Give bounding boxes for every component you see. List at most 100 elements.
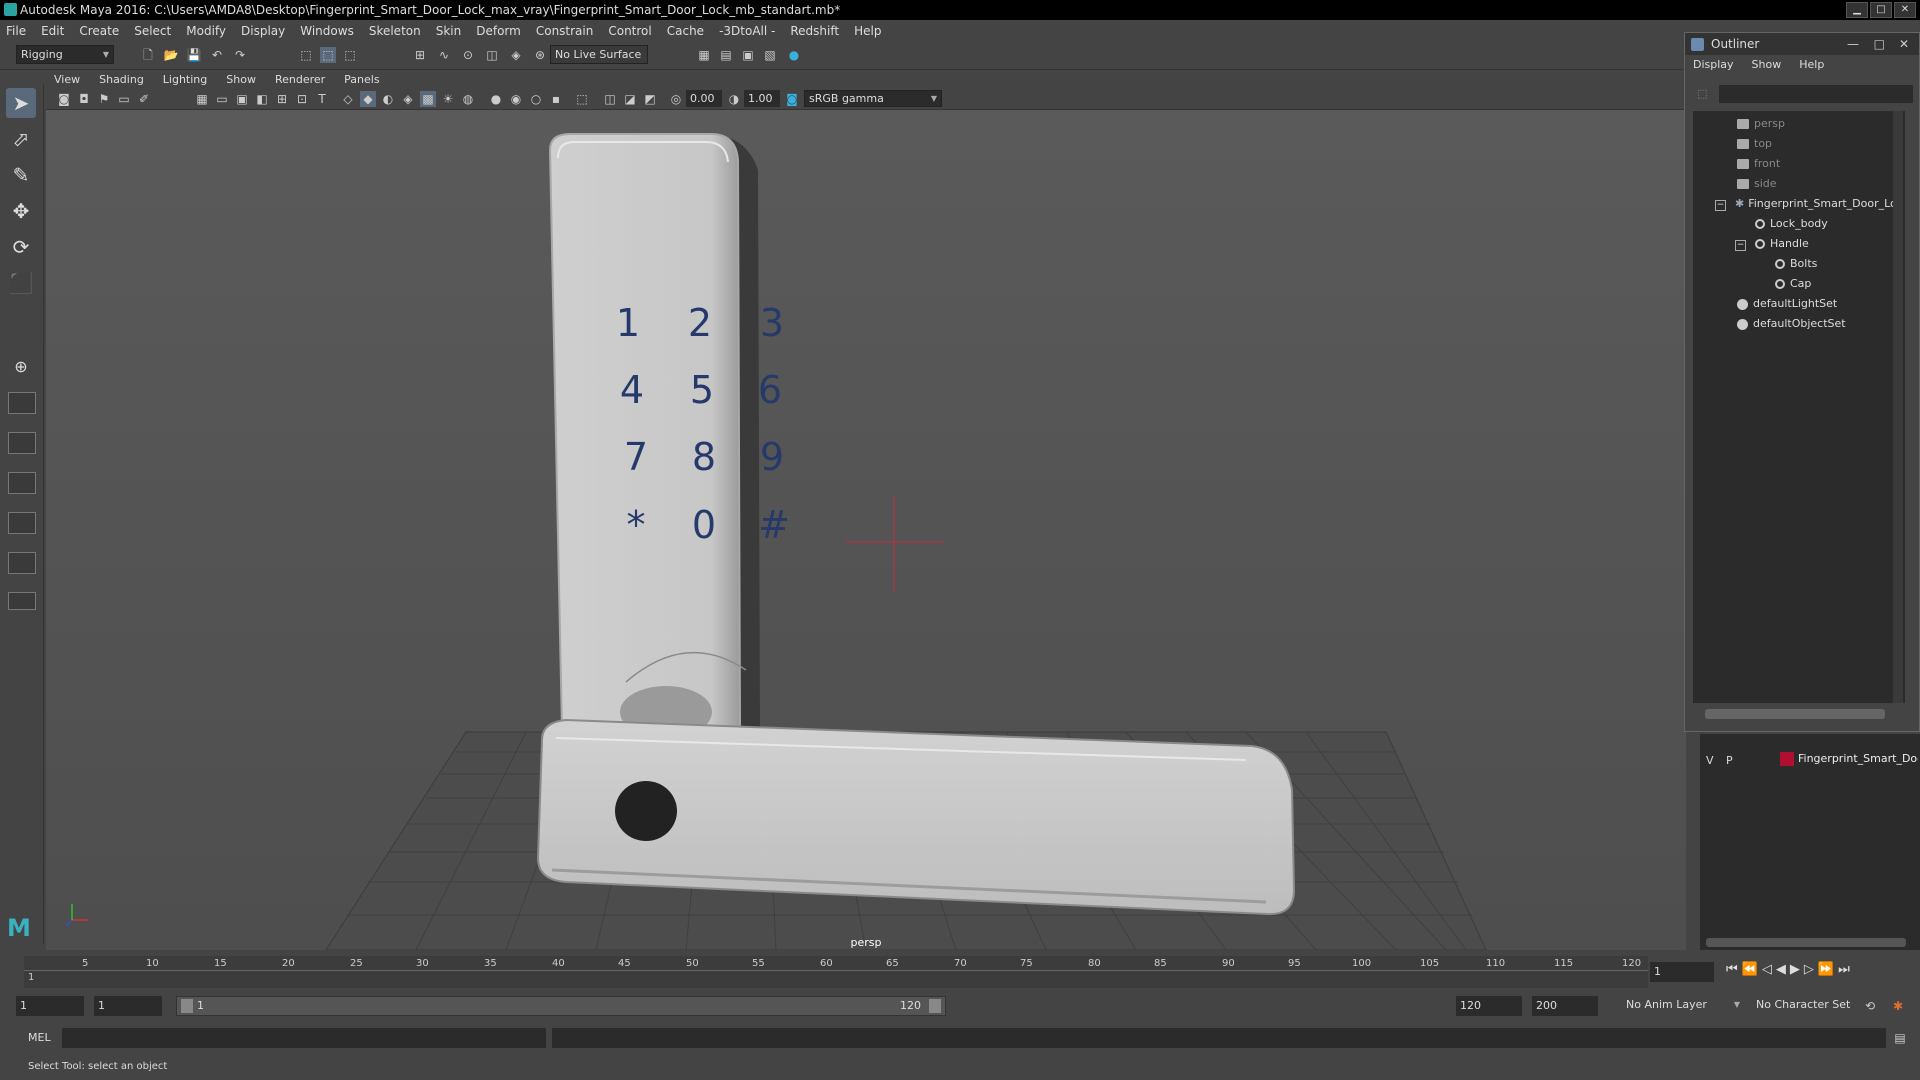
- render-frame-icon[interactable]: ▣: [740, 47, 756, 63]
- wireframe-icon[interactable]: ◇: [340, 91, 356, 107]
- exposure-field[interactable]: 0.00: [686, 90, 722, 107]
- time-ruler[interactable]: 1 5 10 15 20 25 30 35 40 45 50 55 60 65 …: [24, 956, 1648, 988]
- layer-visibility-toggle[interactable]: V: [1706, 754, 1714, 767]
- minimize-icon[interactable]: —: [1847, 33, 1859, 55]
- menu-modify[interactable]: Modify: [186, 24, 226, 38]
- textured-icon[interactable]: ▩: [420, 91, 436, 107]
- field-chart-icon[interactable]: ⊞: [274, 91, 290, 107]
- xray-components-icon[interactable]: ◩: [642, 91, 658, 107]
- outliner-item-top[interactable]: top: [1737, 135, 1772, 153]
- menu-set-dropdown[interactable]: Rigging ▼: [16, 45, 114, 64]
- outliner-item-handle[interactable]: − Handle: [1735, 235, 1809, 253]
- panel-menu-view[interactable]: View: [54, 73, 80, 86]
- playback-start-field[interactable]: 1: [94, 996, 162, 1016]
- grid-toggle-icon[interactable]: ▦: [194, 91, 210, 107]
- gate-mask-icon[interactable]: ◧: [254, 91, 270, 107]
- go-to-end-icon[interactable]: ⏭: [1838, 962, 1850, 977]
- collapse-icon[interactable]: −: [1735, 240, 1746, 251]
- panel-menu-shading[interactable]: Shading: [99, 73, 144, 86]
- menu-skeleton[interactable]: Skeleton: [369, 24, 421, 38]
- four-view-layout-icon[interactable]: [8, 392, 36, 414]
- layer-playback-toggle[interactable]: P: [1726, 754, 1733, 767]
- outliner-item-bolts[interactable]: Bolts: [1775, 255, 1817, 273]
- menu-constrain[interactable]: Constrain: [536, 24, 594, 38]
- use-lights-icon[interactable]: ☀: [440, 91, 456, 107]
- go-to-start-icon[interactable]: ⏮: [1726, 962, 1738, 977]
- outliner-menu-display[interactable]: Display: [1693, 58, 1734, 71]
- step-forward-key-icon[interactable]: ⏩: [1818, 962, 1834, 977]
- close-button[interactable]: ✕: [1894, 2, 1916, 18]
- image-plane-icon[interactable]: ▭: [116, 91, 132, 107]
- animation-preferences-icon[interactable]: ✱: [1890, 998, 1906, 1014]
- menu-create[interactable]: Create: [79, 24, 119, 38]
- move-tool-icon[interactable]: ✥: [6, 196, 36, 226]
- outliner-vscrollbar[interactable]: [1893, 111, 1903, 703]
- safe-action-icon[interactable]: ⊡: [294, 91, 310, 107]
- range-slider[interactable]: 1 120: [176, 996, 946, 1016]
- persp-outliner-layout-icon[interactable]: [8, 472, 36, 494]
- outliner-menu-show[interactable]: Show: [1752, 58, 1782, 71]
- scale-tool-icon[interactable]: ⬛: [6, 268, 36, 298]
- anim-layer-dropdown[interactable]: No Anim Layer ▼: [1622, 996, 1744, 1016]
- hypershade-icon[interactable]: ●: [786, 47, 802, 63]
- gamma-icon[interactable]: ◑: [726, 91, 742, 107]
- camera-select-icon[interactable]: ◙: [56, 91, 72, 107]
- smooth-shade-icon[interactable]: ◆: [360, 91, 376, 107]
- default-material-icon[interactable]: ◐: [380, 91, 396, 107]
- snap-curve-icon[interactable]: ∿: [436, 47, 452, 63]
- motion-blur-icon[interactable]: ◉: [508, 91, 524, 107]
- camera-lock-icon[interactable]: ◘: [76, 91, 92, 107]
- collapse-icon[interactable]: −: [1715, 200, 1726, 211]
- persp-graph-layout-icon[interactable]: [8, 512, 36, 534]
- menu-help[interactable]: Help: [854, 24, 881, 38]
- outliner-item-cap[interactable]: Cap: [1775, 275, 1811, 293]
- menu-cache[interactable]: Cache: [667, 24, 704, 38]
- menu-deform[interactable]: Deform: [476, 24, 521, 38]
- panel-menu-renderer[interactable]: Renderer: [275, 73, 325, 86]
- save-scene-icon[interactable]: 💾: [186, 47, 202, 63]
- range-start-handle[interactable]: [181, 999, 193, 1013]
- wireframe-on-shaded-icon[interactable]: ◈: [400, 91, 416, 107]
- bookmark-icon[interactable]: ⚑: [96, 91, 112, 107]
- maximize-icon[interactable]: □: [1874, 33, 1885, 55]
- menu-redshift[interactable]: Redshift: [790, 24, 839, 38]
- outliner-item-side[interactable]: side: [1737, 175, 1777, 193]
- isolate-select-icon[interactable]: ⬚: [574, 91, 590, 107]
- redo-icon[interactable]: ↷: [232, 47, 248, 63]
- current-frame-field[interactable]: 1: [1650, 962, 1714, 982]
- close-icon[interactable]: ✕: [1899, 33, 1909, 55]
- auto-key-icon[interactable]: ⟲: [1862, 998, 1878, 1014]
- command-input[interactable]: [62, 1028, 546, 1048]
- panel-menu-lighting[interactable]: Lighting: [163, 73, 207, 86]
- minimize-button[interactable]: ▁: [1846, 2, 1868, 18]
- outliner-item-group[interactable]: − ✱ Fingerprint_Smart_Door_Lo: [1715, 195, 1897, 213]
- range-end-handle[interactable]: [929, 999, 941, 1013]
- menu-windows[interactable]: Windows: [300, 24, 354, 38]
- outliner-menu-help[interactable]: Help: [1799, 58, 1824, 71]
- outliner-item-persp[interactable]: persp: [1737, 115, 1785, 133]
- outliner-item-front[interactable]: front: [1737, 155, 1780, 173]
- playback-end-field[interactable]: 120: [1456, 996, 1522, 1016]
- ipr-render-icon[interactable]: ▧: [762, 47, 778, 63]
- step-back-key-icon[interactable]: ⏪: [1742, 962, 1758, 977]
- undo-icon[interactable]: ↶: [209, 47, 225, 63]
- more-layouts-icon[interactable]: [8, 592, 36, 610]
- color-management-icon[interactable]: ◙: [784, 91, 800, 107]
- menu-edit[interactable]: Edit: [41, 24, 64, 38]
- menu-display[interactable]: Display: [241, 24, 285, 38]
- open-scene-icon[interactable]: 📂: [163, 47, 179, 63]
- depth-of-field-icon[interactable]: ▪: [548, 91, 564, 107]
- xray-joints-icon[interactable]: ◪: [622, 91, 638, 107]
- script-editor-icon[interactable]: ▤: [1892, 1030, 1908, 1046]
- layer-color-swatch[interactable]: [1780, 752, 1794, 766]
- quick-layout-icon[interactable]: ⊕: [6, 352, 36, 382]
- snap-view-icon[interactable]: ◫: [484, 47, 500, 63]
- layer-name[interactable]: Fingerprint_Smart_Doo: [1798, 752, 1918, 765]
- snap-surface-icon[interactable]: ◈: [508, 47, 524, 63]
- outliner-item-lock-body[interactable]: Lock_body: [1755, 215, 1828, 233]
- exposure-icon[interactable]: ◎: [668, 91, 684, 107]
- snap-grid-icon[interactable]: ⊞: [412, 47, 428, 63]
- menu-skin[interactable]: Skin: [436, 24, 462, 38]
- outliner-hscrollbar[interactable]: [1705, 709, 1885, 719]
- select-hierarchy-icon[interactable]: ⬚: [298, 47, 314, 63]
